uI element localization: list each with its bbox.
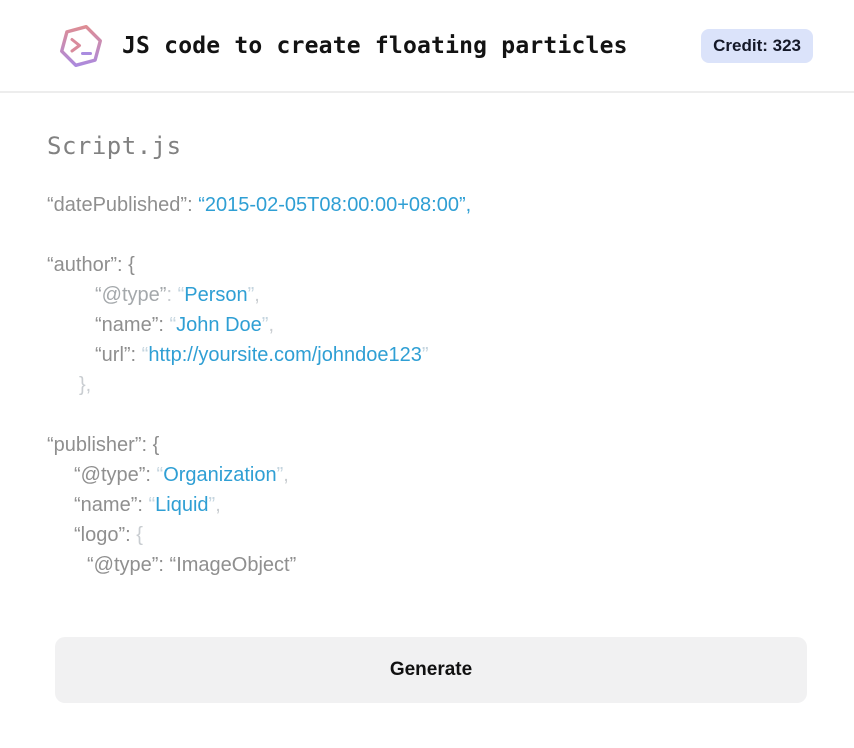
code-line: “author”: { bbox=[47, 254, 135, 276]
terminal-hexagon-icon bbox=[55, 20, 107, 72]
code-block: “datePublished”: “2015-02-05T08:00:00+08… bbox=[47, 190, 813, 580]
code-line: “logo”: { bbox=[74, 524, 143, 546]
code-line: “@type”: “Organization”, bbox=[74, 464, 289, 486]
page-title: JS code to create floating particles bbox=[122, 32, 628, 59]
code-line: “@type”: “Person”, bbox=[95, 284, 260, 306]
code-line: “url”: “http://yoursite.com/johndoe123” bbox=[95, 344, 429, 366]
app-window: JS code to create floating particles Cre… bbox=[0, 0, 854, 748]
code-line: “name”: “John Doe”, bbox=[95, 314, 274, 336]
generate-button[interactable]: Generate bbox=[55, 637, 807, 703]
code-line: “@type”: “ImageObject” bbox=[87, 554, 297, 576]
credit-badge: Credit: 323 bbox=[701, 28, 813, 63]
code-line: “name”: “Liquid”, bbox=[74, 494, 221, 516]
header: JS code to create floating particles Cre… bbox=[0, 0, 854, 93]
code-line: }, bbox=[79, 374, 92, 396]
code-line: “datePublished”: “2015-02-05T08:00:00+08… bbox=[47, 194, 472, 216]
code-line: “publisher”: { bbox=[47, 434, 160, 456]
file-heading: Script.js bbox=[47, 132, 182, 160]
main-content: Script.js “datePublished”: “2015-02-05T0… bbox=[0, 132, 854, 580]
